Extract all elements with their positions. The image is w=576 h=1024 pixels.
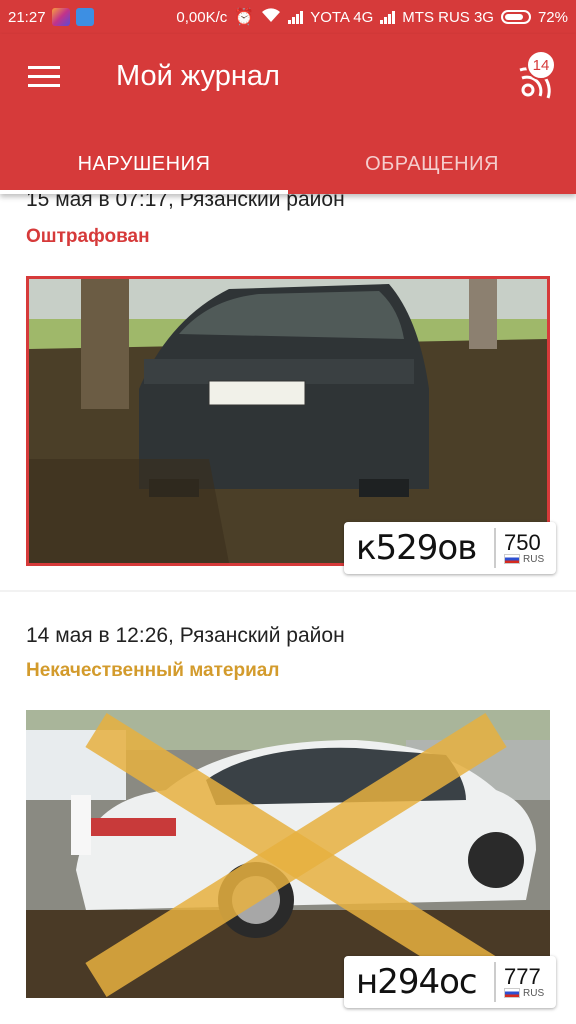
plate-region-block: 777 RUS <box>494 962 544 1002</box>
menu-button[interactable] <box>28 64 62 92</box>
car-photo-white-sedan <box>26 710 550 998</box>
signal-icon-1 <box>288 10 304 24</box>
plate-number: к529ов <box>356 528 477 568</box>
signal-icon-2 <box>380 10 396 24</box>
russia-flag-icon <box>504 988 520 998</box>
plate-number: н294ос <box>356 962 478 1002</box>
app-bar: Мой журнал 14 НАРУШЕНИЯ ОБРАЩЕНИЯ <box>0 34 576 194</box>
tab-appeals[interactable]: ОБРАЩЕНИЯ <box>288 134 576 194</box>
page-title: Мой журнал <box>116 60 280 92</box>
carrier-1: YOTA 4G <box>310 8 374 26</box>
screen: 21:27 0,00K/c ⏰ YOTA 4G MTS RUS 3G 72% М… <box>0 0 576 1024</box>
status-bar: 21:27 0,00K/c ⏰ YOTA 4G MTS RUS 3G 72% <box>0 0 576 34</box>
status-time: 21:27 <box>8 8 46 26</box>
license-plate: н294ос 777 RUS <box>344 956 556 1008</box>
tab-violations[interactable]: НАРУШЕНИЯ <box>0 134 288 194</box>
tab-indicator <box>0 190 288 194</box>
plate-region: 750 <box>504 529 541 555</box>
menu-icon <box>28 66 60 69</box>
violation-status: Некачественный материал <box>26 660 280 681</box>
violation-status: Оштрафован <box>26 226 150 247</box>
violation-date-location: 14 мая в 12:26, Рязанский район <box>26 624 345 647</box>
plate-country: RUS <box>504 988 544 999</box>
network-speed: 0,00K/c <box>176 8 228 26</box>
battery-icon <box>500 10 531 24</box>
instagram-icon <box>51 8 70 26</box>
tab-bar: НАРУШЕНИЯ ОБРАЩЕНИЯ <box>0 134 576 194</box>
plate-region-block: 750 RUS <box>494 528 544 568</box>
app-notification-icon <box>75 8 94 26</box>
notification-badge: 14 <box>526 50 556 80</box>
plate-country: RUS <box>504 554 544 565</box>
car-photo-dark-sedan <box>29 279 547 563</box>
wifi-icon <box>261 7 281 27</box>
license-plate: к529ов 750 RUS <box>344 522 556 574</box>
battery-level: 72% <box>537 8 568 26</box>
plate-region: 777 <box>504 963 541 989</box>
alarm-icon: ⏰ <box>234 9 255 26</box>
russia-flag-icon <box>504 554 520 564</box>
violation-card[interactable]: 14 мая в 12:26, Рязанский район Некачест… <box>0 592 576 1024</box>
carrier-2: MTS RUS 3G <box>402 8 494 26</box>
violation-photo[interactable] <box>26 710 550 998</box>
